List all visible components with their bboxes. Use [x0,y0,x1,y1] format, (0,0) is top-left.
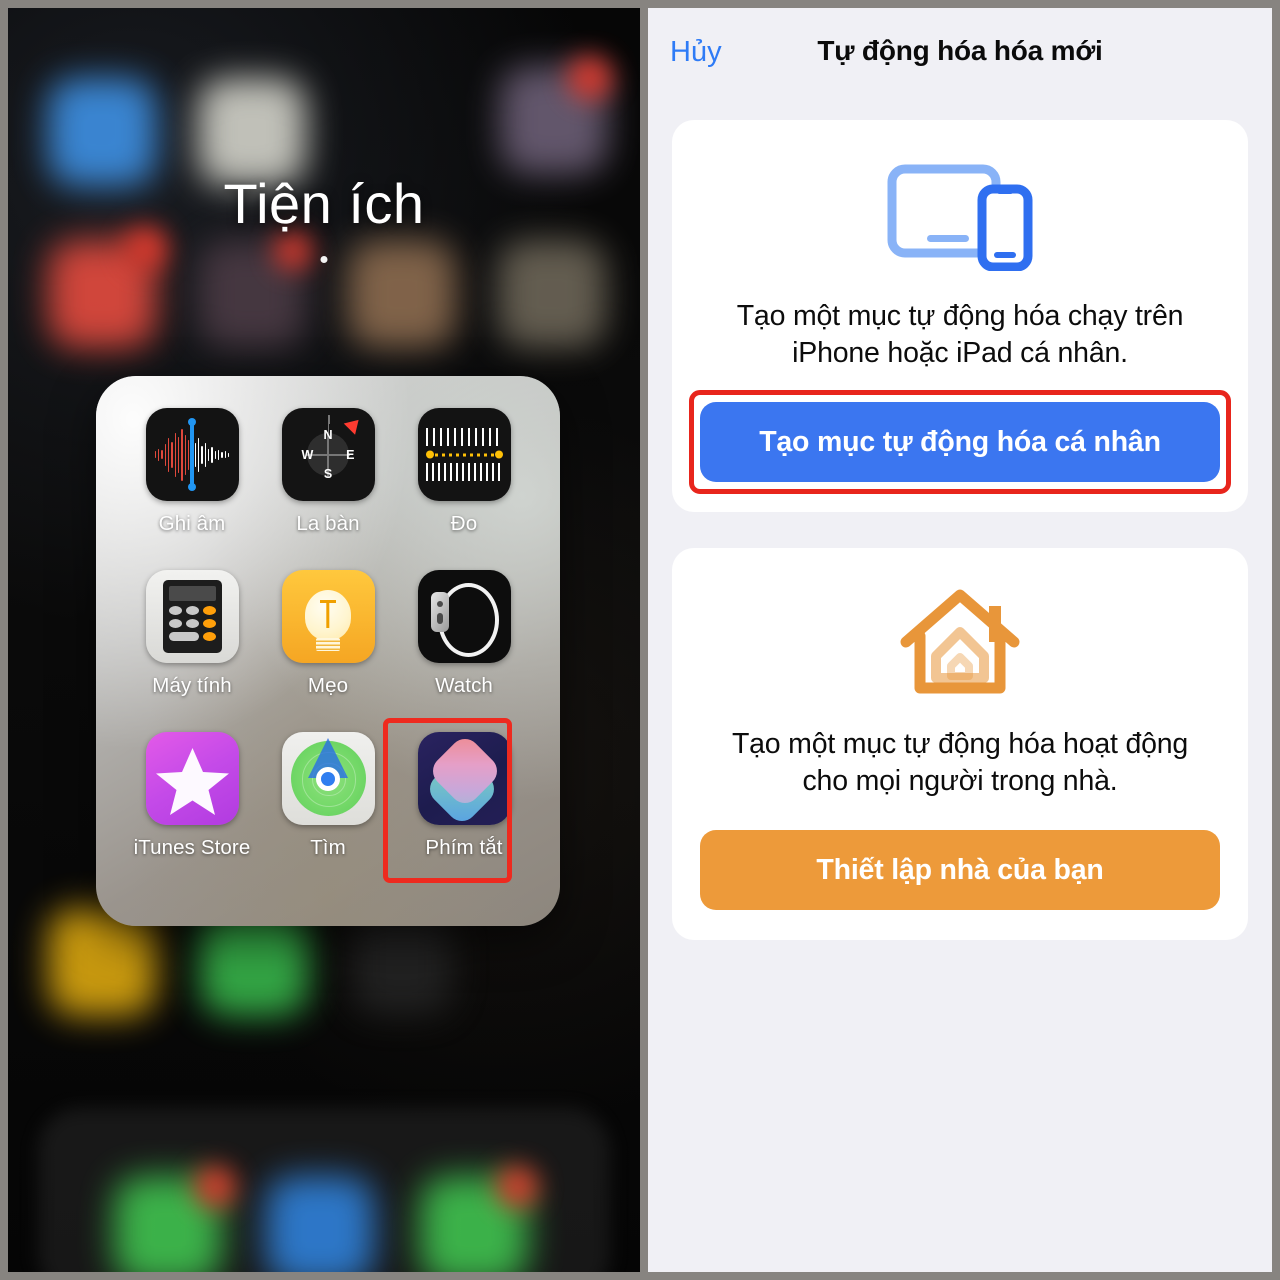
calculator-body [162,580,222,653]
app-item-calculator[interactable]: Máy tính [124,570,260,732]
app-item-tips[interactable]: Mẹo [260,570,396,732]
watch-case [430,592,449,632]
badge-dot [194,1166,236,1208]
find-my-icon [281,732,375,825]
tips-icon [281,570,375,663]
create-personal-automation-button[interactable]: Tạo mục tự động hóa cá nhân [689,390,1231,495]
personal-automation-description: Tạo một mục tự động hóa chạy trên iPhone… [736,300,1184,370]
ruler-ticks-top [425,428,503,446]
home-automation-description: Tạo một mục tự động hóa hoạt động cho mọ… [731,728,1189,798]
homekit-house-illustration [900,589,1020,694]
compass-label-s: S [323,467,333,481]
folder-title: Tiện ích [223,172,425,235]
button-label: Tạo mục tự động hóa cá nhân [759,425,1161,458]
shortcuts-icon [417,732,511,825]
set-up-home-button[interactable]: Thiết lập nhà của bạn [700,830,1220,911]
app-item-find-my[interactable]: Tìm [260,732,396,894]
devices-tablet-phone-icon [700,156,1220,274]
compass-label-e: E [346,447,355,462]
badge-dot [568,56,612,100]
screenshot-root: Tiện ích Ghi âm N S E W La bàn Đo Máy tí… [0,0,1280,1280]
personal-automation-card: Tạo một mục tự động hóa chạy trên iPhone… [672,120,1248,513]
itunes-store-icon [145,732,239,825]
page-title: Tự động hóa hóa mới [817,35,1103,66]
compass-label-n: N [323,428,333,442]
app-label: La bàn [296,512,360,535]
app-item-itunes-store[interactable]: iTunes Store [124,732,260,894]
app-item-shortcuts[interactable]: Phím tắt [383,718,532,894]
star-icon [155,748,229,815]
app-item-measure[interactable]: Đo [396,408,532,570]
location-dot [316,766,340,791]
watch-icon [417,570,511,663]
dock-app-icon [266,1176,374,1272]
app-label: iTunes Store [133,836,251,859]
button-label: Thiết lập nhà của bạn [816,853,1104,886]
badge-dot [274,232,312,270]
playhead-line [190,421,194,488]
app-label: Đo [450,512,478,535]
background-app-icon [48,78,156,186]
measure-icon [417,408,511,501]
background-app-icon [198,78,306,186]
app-item-compass[interactable]: N S E W La bàn [260,408,396,570]
app-label: Phím tắt [425,836,503,859]
lightbulb-filament [326,600,330,628]
lightbulb-base [316,638,340,651]
voice-memos-icon [145,408,239,501]
app-label: Mẹo [307,674,349,697]
measure-line [427,453,501,456]
calculator-icon [145,570,239,663]
app-label: Watch [435,674,493,697]
home-house-icon [700,584,1220,702]
background-app-icon [498,240,606,348]
badge-dot [496,1166,538,1208]
app-item-watch[interactable]: Watch [396,570,532,732]
devices-illustration [887,164,1033,271]
app-label: Máy tính [152,674,232,697]
background-app-icon [352,914,452,1014]
app-item-voice-memos[interactable]: Ghi âm [124,408,260,570]
compass-icon: N S E W [281,408,375,501]
page-indicator-dot [320,256,328,263]
compass-label-w: W [301,447,314,462]
navigation-bar: Hủy Tự động hóa hóa mới [648,8,1272,100]
new-automation-sheet-panel: Hủy Tự động hóa hóa mới Tạo một mục tự đ… [648,8,1272,1272]
calculator-display [168,586,216,601]
app-label: Ghi âm [158,512,226,535]
ruler-ticks-bottom [425,463,503,481]
open-folder-panel: Ghi âm N S E W La bàn Đo Máy tính Mẹo Wa… [96,376,560,926]
folder-app-grid: Ghi âm N S E W La bàn Đo Máy tính Mẹo Wa… [96,376,560,926]
app-label: Tìm [310,836,346,859]
home-automation-card: Tạo một mục tự động hóa hoạt động cho mọ… [672,548,1248,941]
iphone-home-screen-panel: Tiện ích Ghi âm N S E W La bàn Đo Máy tí… [8,8,640,1272]
background-app-icon [348,240,456,348]
calculator-keys [168,606,216,641]
